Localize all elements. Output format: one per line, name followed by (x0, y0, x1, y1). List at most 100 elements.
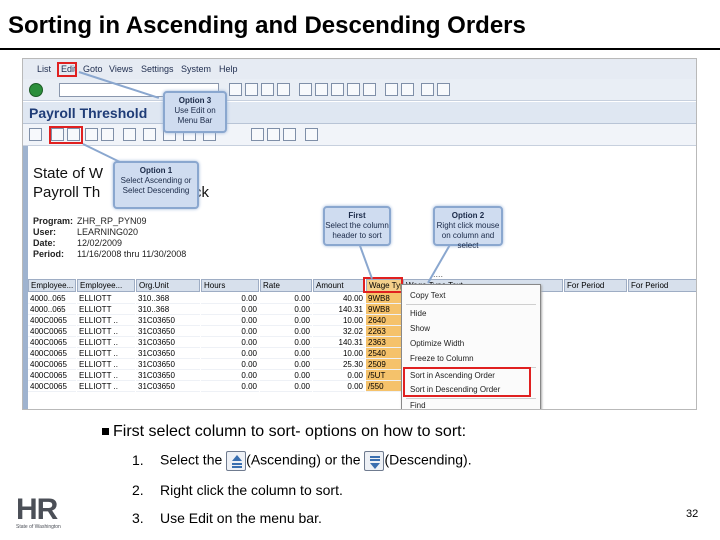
table-cell[interactable]: 400C0065 (28, 348, 76, 359)
table-cell[interactable]: ELLIOTT .. (77, 337, 135, 348)
table-cell[interactable]: 2363 (366, 337, 402, 348)
table-cell[interactable]: 2540 (366, 348, 402, 359)
table-cell[interactable]: 0.00 (260, 326, 312, 337)
word-icon[interactable] (143, 128, 156, 141)
table-cell[interactable]: 31C03650 (136, 348, 200, 359)
table-cell[interactable]: 31C03650 (136, 315, 200, 326)
find-next-icon[interactable] (331, 83, 344, 96)
total-icon[interactable] (101, 128, 114, 141)
menu-system[interactable]: System (181, 64, 211, 74)
first-page-icon[interactable] (347, 83, 360, 96)
change-layout-icon[interactable] (251, 128, 264, 141)
table-cell[interactable]: 0.00 (313, 370, 365, 381)
table-cell[interactable]: 0.00 (260, 337, 312, 348)
table-cell[interactable]: 0.00 (201, 359, 259, 370)
back-icon[interactable] (229, 83, 242, 96)
column-header[interactable]: Hours (201, 279, 259, 292)
table-cell[interactable]: 10.00 (313, 348, 365, 359)
table-cell[interactable]: 0.00 (260, 293, 312, 304)
table-cell[interactable]: 2509 (366, 359, 402, 370)
table-cell[interactable]: 0.00 (260, 304, 312, 315)
table-cell[interactable]: /5UT (366, 370, 402, 381)
shortcut-icon[interactable] (401, 83, 414, 96)
table-cell[interactable]: 31C03650 (136, 359, 200, 370)
table-cell[interactable]: 2640 (366, 315, 402, 326)
menu-help[interactable]: Help (219, 64, 238, 74)
column-header[interactable]: Org.Unit (136, 279, 200, 292)
filter-icon[interactable] (85, 128, 98, 141)
select-layout-icon[interactable] (267, 128, 280, 141)
column-header[interactable]: Employee... (77, 279, 135, 292)
menu-item-optimize-width[interactable]: Optimize Width (410, 339, 464, 348)
table-cell[interactable]: 9WB8 (366, 304, 402, 315)
print-preview-icon[interactable] (123, 128, 136, 141)
table-cell[interactable]: 400C0065 (28, 337, 76, 348)
table-cell[interactable]: ELLIOTT .. (77, 381, 135, 392)
table-cell[interactable]: 4000..065 (28, 293, 76, 304)
table-cell[interactable]: /550 (366, 381, 402, 392)
table-cell[interactable]: 310..368 (136, 304, 200, 315)
menu-item-find[interactable]: Find (410, 401, 426, 409)
save-icon[interactable] (245, 83, 258, 96)
column-header[interactable]: Amount (313, 279, 365, 292)
layout-icon[interactable] (437, 83, 450, 96)
table-cell[interactable]: 32.02 (313, 326, 365, 337)
menu-list[interactable]: List (37, 64, 51, 74)
column-header[interactable]: Rate (260, 279, 312, 292)
table-cell[interactable]: 310..368 (136, 293, 200, 304)
table-cell[interactable]: 0.00 (201, 326, 259, 337)
table-cell[interactable]: 0.00 (260, 370, 312, 381)
table-cell[interactable]: 0.00 (201, 293, 259, 304)
table-cell[interactable]: ELLIOTT .. (77, 326, 135, 337)
menu-item-hide[interactable]: Hide (410, 309, 426, 318)
print-icon[interactable] (299, 83, 312, 96)
table-cell[interactable]: 10.00 (313, 315, 365, 326)
table-cell[interactable]: 0.00 (260, 359, 312, 370)
table-cell[interactable]: 0.00 (260, 381, 312, 392)
table-cell[interactable]: 140.31 (313, 337, 365, 348)
information-icon[interactable] (305, 128, 318, 141)
column-header[interactable]: For Period (564, 279, 627, 292)
table-cell[interactable]: 0.00 (260, 348, 312, 359)
table-cell[interactable]: 0.00 (201, 304, 259, 315)
table-cell[interactable]: 4000..065 (28, 304, 76, 315)
table-cell[interactable]: 2263 (366, 326, 402, 337)
table-cell[interactable]: 0.00 (260, 315, 312, 326)
menu-item-copy-text[interactable]: Copy Text (410, 291, 445, 300)
table-cell[interactable]: 40.00 (313, 293, 365, 304)
table-cell[interactable]: 400C0065 (28, 326, 76, 337)
table-cell[interactable]: 9WB8 (366, 293, 402, 304)
details-icon[interactable] (29, 128, 42, 141)
column-header[interactable]: Employee... (28, 279, 76, 292)
menu-item-freeze-column[interactable]: Freeze to Column (410, 354, 474, 363)
find-icon[interactable] (315, 83, 328, 96)
table-cell[interactable]: 400C0065 (28, 381, 76, 392)
table-cell[interactable]: ELLIOTT .. (77, 348, 135, 359)
table-cell[interactable]: 400C0065 (28, 315, 76, 326)
exit-icon[interactable] (261, 83, 274, 96)
table-cell[interactable]: ELLIOTT (77, 293, 135, 304)
table-cell[interactable]: ELLIOTT (77, 304, 135, 315)
table-cell[interactable]: 0.00 (313, 381, 365, 392)
table-cell[interactable]: 0.00 (201, 337, 259, 348)
table-cell[interactable]: 0.00 (201, 348, 259, 359)
cancel-icon[interactable] (277, 83, 290, 96)
table-cell[interactable]: ELLIOTT .. (77, 370, 135, 381)
column-header[interactable]: For Period (628, 279, 696, 292)
table-cell[interactable]: 400C0065 (28, 359, 76, 370)
save-layout-icon[interactable] (283, 128, 296, 141)
menu-settings[interactable]: Settings (141, 64, 174, 74)
table-cell[interactable]: 140.31 (313, 304, 365, 315)
table-cell[interactable]: 31C03650 (136, 381, 200, 392)
table-cell[interactable]: 0.00 (201, 315, 259, 326)
table-cell[interactable]: ELLIOTT .. (77, 359, 135, 370)
last-page-icon[interactable] (363, 83, 376, 96)
menu-views[interactable]: Views (109, 64, 133, 74)
table-cell[interactable]: 31C03650 (136, 370, 200, 381)
table-cell[interactable]: 31C03650 (136, 337, 200, 348)
table-cell[interactable]: 0.00 (201, 381, 259, 392)
table-cell[interactable]: 31C03650 (136, 326, 200, 337)
menu-item-show[interactable]: Show (410, 324, 430, 333)
table-cell[interactable]: 0.00 (201, 370, 259, 381)
table-cell[interactable]: 400C0065 (28, 370, 76, 381)
